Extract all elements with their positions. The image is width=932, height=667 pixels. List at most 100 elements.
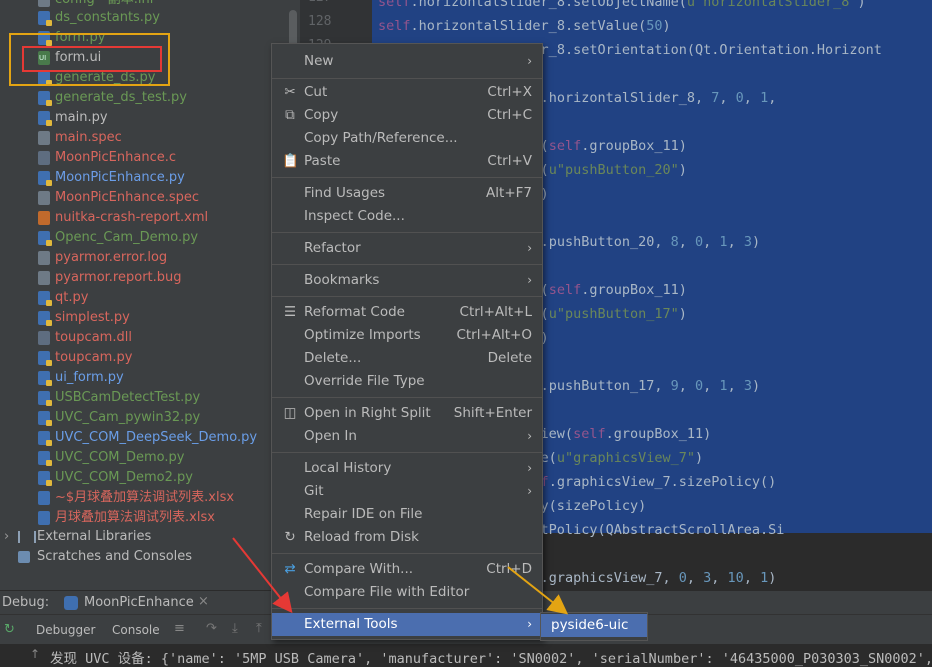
menu-label: Override File Type <box>304 373 425 389</box>
menu-item-reload-from-disk[interactable]: ↻ Reload from Disk <box>272 526 542 549</box>
step-out-icon[interactable]: ⤒ <box>256 621 262 636</box>
tree-item[interactable]: UVC_COM_Demo.py <box>0 448 300 468</box>
tree-item[interactable]: nuitka-crash-report.xml <box>0 208 300 228</box>
file-icon <box>38 231 52 246</box>
debug-label: Debug: <box>2 595 50 610</box>
file-icon <box>38 111 52 126</box>
menu-item-paste[interactable]: 📋 Paste Ctrl+V <box>272 150 542 173</box>
tree-item[interactable]: 月球叠加算法调试列表.xlsx <box>0 508 300 528</box>
menu-item-new[interactable]: New › <box>272 50 542 73</box>
menu-item-inspect-code[interactable]: Inspect Code... <box>272 205 542 228</box>
tree-item-label: main.py <box>55 110 108 125</box>
menu-shortcut: Ctrl+Alt+O <box>456 327 532 343</box>
file-icon <box>38 11 52 26</box>
menu-item-delete[interactable]: Delete... Delete <box>272 347 542 370</box>
tab-debugger[interactable]: Debugger <box>36 623 95 637</box>
menu-item-cut[interactable]: ✂ Cut Ctrl+X <box>272 81 542 104</box>
tree-item[interactable]: MoonPicEnhance.c <box>0 148 300 168</box>
menu-item-compare-with[interactable]: ⇄ Compare With... Ctrl+D <box>272 558 542 581</box>
menu-shortcut: Ctrl+V <box>487 153 532 169</box>
console-output[interactable]: ↑ 发现 UVC 设备: {'name': '5MP USB Camera', … <box>0 644 932 667</box>
step-into-icon[interactable]: ⤓ <box>232 621 238 636</box>
file-icon <box>38 151 50 165</box>
tree-item[interactable]: toupcam.py <box>0 348 300 368</box>
menu-item-external-tools[interactable]: External Tools › <box>272 613 542 636</box>
tree-item[interactable]: qt.py <box>0 288 300 308</box>
tab-console[interactable]: Console <box>112 623 160 637</box>
chevron-right-icon[interactable]: › <box>4 527 9 547</box>
close-icon[interactable]: × <box>198 594 209 609</box>
arrow-up-icon[interactable]: ↑ <box>30 647 40 661</box>
menu-item-optimize-imports[interactable]: Optimize Imports Ctrl+Alt+O <box>272 324 542 347</box>
scissors-icon: ✂ <box>284 84 296 100</box>
tree-item[interactable]: Openc_Cam_Demo.py <box>0 228 300 248</box>
menu-item-open-right-split[interactable]: ◫ Open in Right Split Shift+Enter <box>272 402 542 425</box>
menu-icon[interactable]: ≡ <box>174 621 185 636</box>
tree-item-label: Openc_Cam_Demo.py <box>55 230 199 245</box>
menu-item-compare-editor[interactable]: Compare File with Editor <box>272 581 542 604</box>
tree-item-label: MoonPicEnhance.py <box>55 170 185 185</box>
tree-item[interactable]: UVC_COM_Demo2.py <box>0 468 300 488</box>
menu-label: External Tools <box>304 616 398 632</box>
tree-item-label: UVC_COM_DeepSeek_Demo.py <box>55 430 258 445</box>
menu-item-copy-path[interactable]: Copy Path/Reference... <box>272 127 542 150</box>
menu-item-open-in[interactable]: Open In › <box>272 425 542 448</box>
file-icon <box>38 291 52 306</box>
tree-item[interactable]: pyarmor.error.log <box>0 248 300 268</box>
debug-session-tab[interactable]: MoonPicEnhance <box>84 595 194 610</box>
tree-item[interactable]: pyarmor.report.bug <box>0 268 300 288</box>
file-icon <box>38 311 52 326</box>
tree-item[interactable]: USBCamDetectTest.py <box>0 388 300 408</box>
rerun-icon[interactable]: ↻ <box>4 622 15 637</box>
line-number: 128 <box>308 14 332 29</box>
tree-item-label: nuitka-crash-report.xml <box>55 210 209 225</box>
menu-item-repair-ide[interactable]: Repair IDE on File <box>272 503 542 526</box>
menu-item-pyside6-uic[interactable]: pyside6-uic <box>541 614 647 637</box>
tree-item-label: toupcam.dll <box>55 330 132 345</box>
tree-item[interactable]: MoonPicEnhance.py <box>0 168 300 188</box>
menu-label: Find Usages <box>304 185 386 201</box>
tree-item[interactable]: generate_ds_test.py <box>0 88 300 108</box>
reformat-icon: ☰ <box>283 304 297 320</box>
tree-item[interactable]: toupcam.dll <box>0 328 300 348</box>
menu-label: Compare File with Editor <box>304 584 470 600</box>
copy-icon: ⧉ <box>285 107 295 123</box>
menu-shortcut: Alt+F7 <box>486 185 532 201</box>
menu-item-refactor[interactable]: Refactor › <box>272 237 542 260</box>
tree-item-external-libraries[interactable]: › External Libraries <box>0 527 300 547</box>
tree-item[interactable]: main.spec <box>0 128 300 148</box>
menu-separator <box>272 264 542 265</box>
tree-item-label: USBCamDetectTest.py <box>55 390 201 405</box>
menu-item-override-file-type[interactable]: Override File Type <box>272 370 542 393</box>
menu-shortcut: Ctrl+C <box>487 107 532 123</box>
chevron-right-icon: › <box>527 429 532 443</box>
menu-label: Copy <box>304 107 339 123</box>
menu-item-find-usages[interactable]: Find Usages Alt+F7 <box>272 182 542 205</box>
scratches-icon <box>18 551 30 563</box>
menu-label: Delete... <box>304 350 362 366</box>
chevron-right-icon: › <box>527 273 532 287</box>
menu-item-local-history[interactable]: Local History › <box>272 457 542 480</box>
file-icon <box>38 471 52 486</box>
menu-label: Reformat Code <box>304 304 405 320</box>
tree-item-label: qt.py <box>55 290 89 305</box>
step-over-icon[interactable]: ↷ <box>206 621 217 636</box>
tree-item-scratches[interactable]: Scratches and Consoles <box>0 547 300 567</box>
menu-item-reformat-code[interactable]: ☰ Reformat Code Ctrl+Alt+L <box>272 301 542 324</box>
tree-item[interactable]: ui_form.py <box>0 368 300 388</box>
tree-item[interactable]: ds_constants.py <box>0 8 300 28</box>
tree-item[interactable]: ~$月球叠加算法调试列表.xlsx <box>0 488 300 508</box>
tree-item[interactable]: UVC_COM_DeepSeek_Demo.py <box>0 428 300 448</box>
menu-item-git[interactable]: Git › <box>272 480 542 503</box>
tree-item[interactable]: UVC_Cam_pywin32.py <box>0 408 300 428</box>
tree-item[interactable]: simplest.py <box>0 308 300 328</box>
menu-item-bookmarks[interactable]: Bookmarks › <box>272 269 542 292</box>
chevron-right-icon: › <box>527 241 532 255</box>
file-icon <box>38 131 50 145</box>
menu-shortcut: Ctrl+X <box>487 84 532 100</box>
tree-item[interactable]: MoonPicEnhance.spec <box>0 188 300 208</box>
file-icon <box>38 391 52 406</box>
file-icon <box>38 331 50 345</box>
menu-item-copy[interactable]: ⧉ Copy Ctrl+C <box>272 104 542 127</box>
tree-item[interactable]: main.py <box>0 108 300 128</box>
